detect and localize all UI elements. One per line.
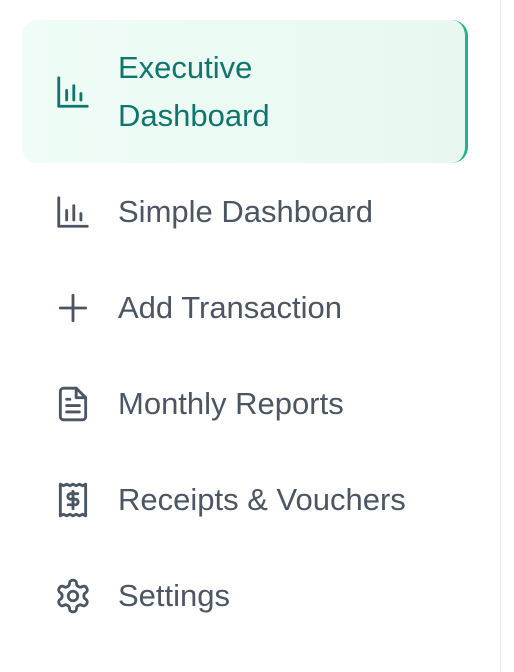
sidebar-item-executive-dashboard[interactable]: Executive Dashboard xyxy=(22,20,468,163)
sidebar-item-settings[interactable]: Settings xyxy=(22,572,468,620)
plus-icon xyxy=(54,289,92,327)
sidebar-item-label: Simple Dashboard xyxy=(118,194,374,229)
document-icon xyxy=(54,385,92,423)
bar-chart-icon xyxy=(54,73,92,111)
sidebar-item-simple-dashboard[interactable]: Simple Dashboard xyxy=(22,188,468,236)
sidebar-item-label: Monthly Reports xyxy=(118,386,344,421)
sidebar-item-label: Executive Dashboard xyxy=(118,49,270,133)
sidebar-item-receipts-vouchers[interactable]: Receipts & Vouchers xyxy=(22,476,468,524)
bar-chart-icon xyxy=(54,193,92,231)
sidebar: Executive Dashboard Simple Dashboard Add… xyxy=(0,0,514,672)
sidebar-divider xyxy=(500,0,501,672)
sidebar-item-label: Add Transaction xyxy=(118,290,343,325)
sidebar-item-add-transaction[interactable]: Add Transaction xyxy=(22,284,468,332)
receipt-icon xyxy=(54,481,92,519)
sidebar-item-label: Receipts & Vouchers xyxy=(118,482,406,517)
gear-icon xyxy=(54,577,92,615)
sidebar-item-monthly-reports[interactable]: Monthly Reports xyxy=(22,380,468,428)
sidebar-item-label: Settings xyxy=(118,578,231,613)
